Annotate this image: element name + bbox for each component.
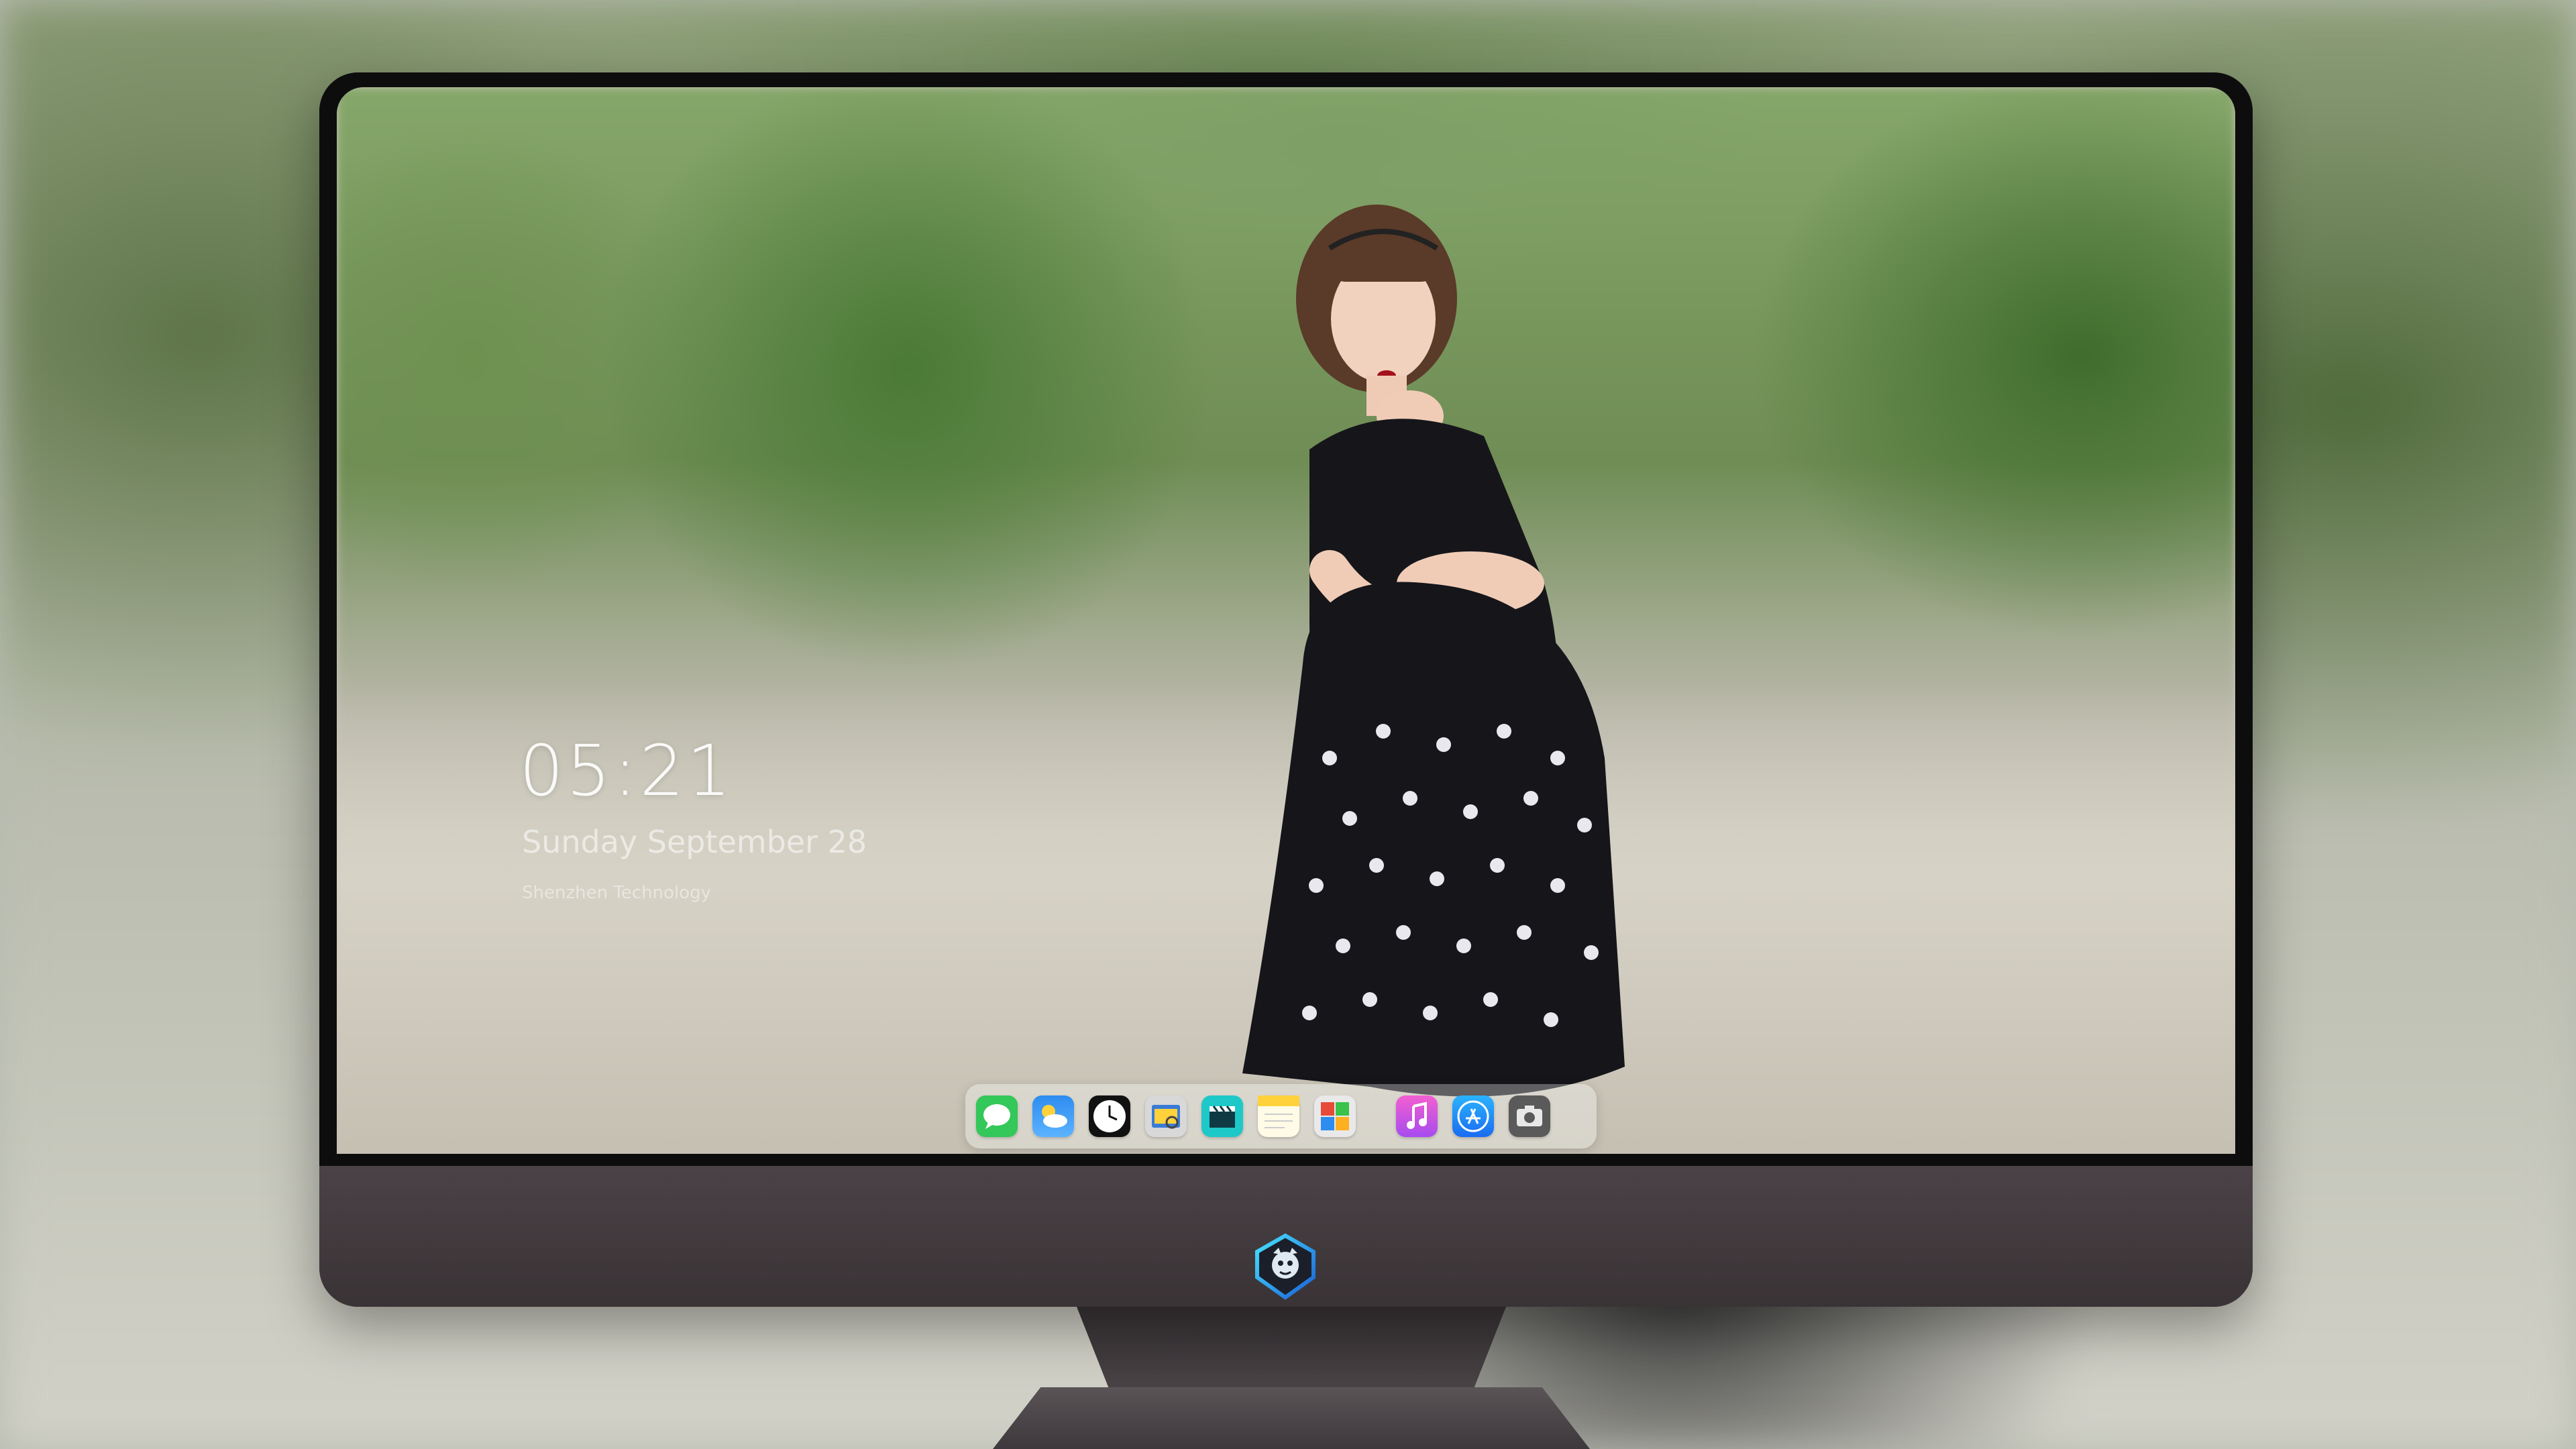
clock-icon[interactable] [1089,1095,1130,1137]
desktop-screen: 05:21 Sunday September 28 Shenzhen Techn… [337,87,2235,1154]
preview-icon[interactable] [1145,1095,1187,1137]
monitor-stand-neck [1077,1307,1506,1394]
messages-icon[interactable] [976,1095,1018,1137]
lock-subline: Shenzhen Technology [522,883,711,903]
music-icon[interactable] [1396,1095,1438,1137]
clapperboard-icon[interactable] [1201,1095,1243,1137]
dock [965,1084,1597,1148]
camera-icon[interactable] [1509,1095,1550,1137]
dragon-shield-logo-icon [1255,1233,1316,1300]
monitor-chin [319,1166,2253,1307]
monitor-stand-base [993,1387,1590,1449]
notes-icon[interactable] [1258,1095,1299,1137]
lock-clock: 05:21 [519,730,734,812]
wallpaper-person [1242,205,1625,1097]
weather-icon[interactable] [1032,1095,1074,1137]
app-store-icon[interactable] [1452,1095,1494,1137]
photo-booth-icon[interactable] [1314,1095,1356,1137]
lock-date: Sunday September 28 [522,824,867,860]
